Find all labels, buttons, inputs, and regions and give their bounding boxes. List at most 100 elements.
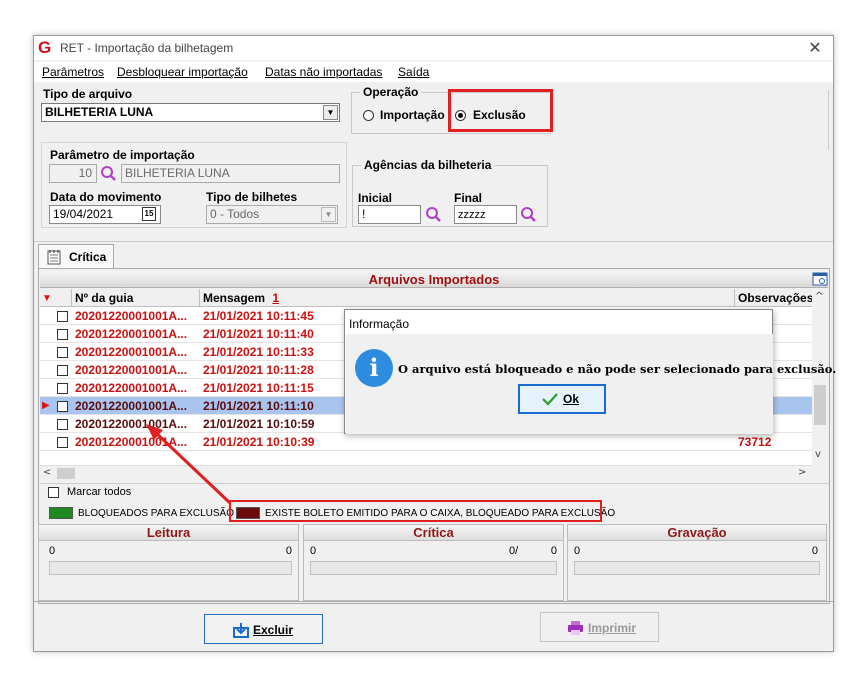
row-guia: 20201220001001A... xyxy=(75,417,188,431)
current-row-arrow-icon: ▶ xyxy=(42,400,50,411)
agencia-final-field[interactable]: zzzzz xyxy=(454,205,517,224)
row-mensagem: 21/01/2021 10:10:39 xyxy=(203,435,315,449)
search-icon[interactable] xyxy=(425,206,442,223)
agencia-final-label: Final xyxy=(454,191,483,205)
search-icon[interactable] xyxy=(100,165,117,182)
section-gravacao: Gravação 0 0 xyxy=(567,524,827,601)
tipo-arquivo-value: BILHETERIA LUNA xyxy=(45,105,154,119)
dialog-body: i O arquivo está bloqueado e não pode se… xyxy=(346,334,836,434)
menu-datas-nao-importadas[interactable]: Datas não importadas xyxy=(265,65,382,79)
chevron-down-icon[interactable]: ▼ xyxy=(323,105,338,120)
scroll-thumb[interactable] xyxy=(814,385,826,425)
table-row[interactable]: 20201220001001A... 21/01/2021 10:10:39 737… xyxy=(40,433,812,451)
printer-icon xyxy=(568,621,583,635)
scroll-up-icon[interactable]: ^ xyxy=(815,291,823,302)
notepad-icon xyxy=(47,250,61,265)
col-mensagem[interactable]: Mensagem 1 xyxy=(200,289,735,307)
excluir-button[interactable]: Excluir xyxy=(204,614,323,644)
agencia-inicial-field[interactable]: ! xyxy=(358,205,421,224)
tipo-arquivo-label: Tipo de arquivo xyxy=(43,87,133,101)
menu-saida[interactable]: Saída xyxy=(398,65,429,79)
row-checkbox[interactable] xyxy=(57,401,68,412)
col-indicator[interactable]: ▼ xyxy=(40,289,72,307)
menu-bar: Parâmetros Desbloquear importação Datas … xyxy=(34,62,833,82)
scroll-right-icon[interactable]: > xyxy=(798,467,806,478)
menu-parametros[interactable]: Parâmetros xyxy=(42,65,104,79)
agencia-final-value: zzzzz xyxy=(458,209,486,221)
row-guia: 20201220001001A... xyxy=(75,381,188,395)
row-guia: 20201220001001A... xyxy=(75,327,188,341)
section-critica-title: Crítica xyxy=(304,525,563,541)
marcar-todos-label[interactable]: Marcar todos xyxy=(67,486,131,498)
scroll-left-icon[interactable]: < xyxy=(43,467,51,478)
data-movimento-label: Data do movimento xyxy=(50,190,162,204)
ok-button[interactable]: Ok xyxy=(518,384,606,414)
title-bar: G RET - Importação da bilhetagem ✕ xyxy=(34,36,833,60)
scroll-down-icon[interactable]: v xyxy=(815,449,821,460)
col-guia[interactable]: Nº da guia xyxy=(72,289,200,307)
row-checkbox[interactable] xyxy=(57,437,68,448)
separator-line xyxy=(34,241,833,242)
app-logo-icon: G xyxy=(38,38,52,57)
row-checkbox[interactable] xyxy=(57,365,68,376)
col-guia-label: Nº da guia xyxy=(75,291,134,305)
grid-settings-icon[interactable] xyxy=(812,271,828,287)
dialog-message: O arquivo está bloqueado e não pode ser … xyxy=(398,362,837,376)
sort-arrow-icon: ▼ xyxy=(42,293,52,304)
leitura-right-value: 0 xyxy=(285,545,292,557)
parametro-code-field[interactable]: 10 xyxy=(49,164,97,183)
agencias-label: Agências da bilheteria xyxy=(361,158,495,172)
grid-horizontal-scrollbar[interactable]: < > xyxy=(40,465,812,481)
section-gravacao-title: Gravação xyxy=(568,525,826,541)
section-critica: Crítica 0 0/ 0 xyxy=(303,524,564,601)
parametro-code-value: 10 xyxy=(78,166,92,180)
search-icon[interactable] xyxy=(520,206,537,223)
parametro-name-value: BILHETERIA LUNA xyxy=(125,166,230,180)
checkmark-icon xyxy=(542,393,558,406)
highlight-box-exclusao xyxy=(448,89,553,132)
tipo-arquivo-select[interactable]: BILHETERIA LUNA ▼ xyxy=(41,103,340,122)
marcar-todos-checkbox[interactable] xyxy=(48,487,59,498)
critica-left-value: 0 xyxy=(310,545,317,557)
critica-middle-value: 0/ xyxy=(509,545,519,557)
row-checkbox[interactable] xyxy=(57,419,68,430)
info-icon: i xyxy=(355,349,393,387)
sort-order-indicator: 1 xyxy=(272,291,280,305)
close-button[interactable]: ✕ xyxy=(805,38,825,58)
window-title: RET - Importação da bilhetagem xyxy=(60,41,234,55)
row-checkbox[interactable] xyxy=(57,347,68,358)
imprimir-button[interactable]: Imprimir xyxy=(540,612,659,642)
tab-critica[interactable]: Crítica xyxy=(38,244,114,268)
calendar-icon[interactable]: 15 xyxy=(142,207,156,221)
chevron-down-icon[interactable]: ▼ xyxy=(321,207,336,222)
grid-vertical-scrollbar[interactable]: ^ v xyxy=(812,289,828,465)
section-leitura-title: Leitura xyxy=(39,525,298,541)
operacao-label: Operação xyxy=(360,85,422,99)
row-checkbox[interactable] xyxy=(57,329,68,340)
row-checkbox[interactable] xyxy=(57,383,68,394)
tipo-bilhetes-select[interactable]: 0 - Todos ▼ xyxy=(206,205,338,224)
row-checkbox[interactable] xyxy=(57,311,68,322)
marcar-todos-bar: Marcar todos xyxy=(40,483,829,501)
dialog-title: Informação xyxy=(349,317,410,331)
info-dialog: Informação i O arquivo está bloqueado e … xyxy=(344,309,836,434)
row-guia: 20201220001001A... xyxy=(75,363,188,377)
section-leitura: Leitura 0 0 xyxy=(38,524,299,601)
radio-importacao-label[interactable]: Importação xyxy=(380,108,445,122)
grid-title: Arquivos Importados xyxy=(40,271,828,288)
row-guia: 20201220001001A... xyxy=(75,399,188,413)
download-icon xyxy=(233,623,249,638)
imprimir-button-label: Imprimir xyxy=(588,621,637,635)
agencia-inicial-value: ! xyxy=(362,207,366,221)
hscroll-thumb[interactable] xyxy=(57,468,75,479)
data-movimento-value: 19/04/2021 xyxy=(53,207,114,221)
leitura-progress xyxy=(49,561,292,575)
menu-desbloquear-importacao[interactable]: Desbloquear importação xyxy=(117,65,248,79)
gravacao-left-value: 0 xyxy=(574,545,581,557)
legend-text-bloqueados: BLOQUEADOS PARA EXCLUSÃO xyxy=(78,508,234,519)
tipo-bilhetes-label: Tipo de bilhetes xyxy=(206,190,298,204)
radio-importacao[interactable] xyxy=(363,110,374,121)
tipo-bilhetes-value: 0 - Todos xyxy=(210,207,260,221)
critica-right-value: 0 xyxy=(550,545,557,557)
col-observacoes[interactable]: Observações xyxy=(735,289,812,307)
